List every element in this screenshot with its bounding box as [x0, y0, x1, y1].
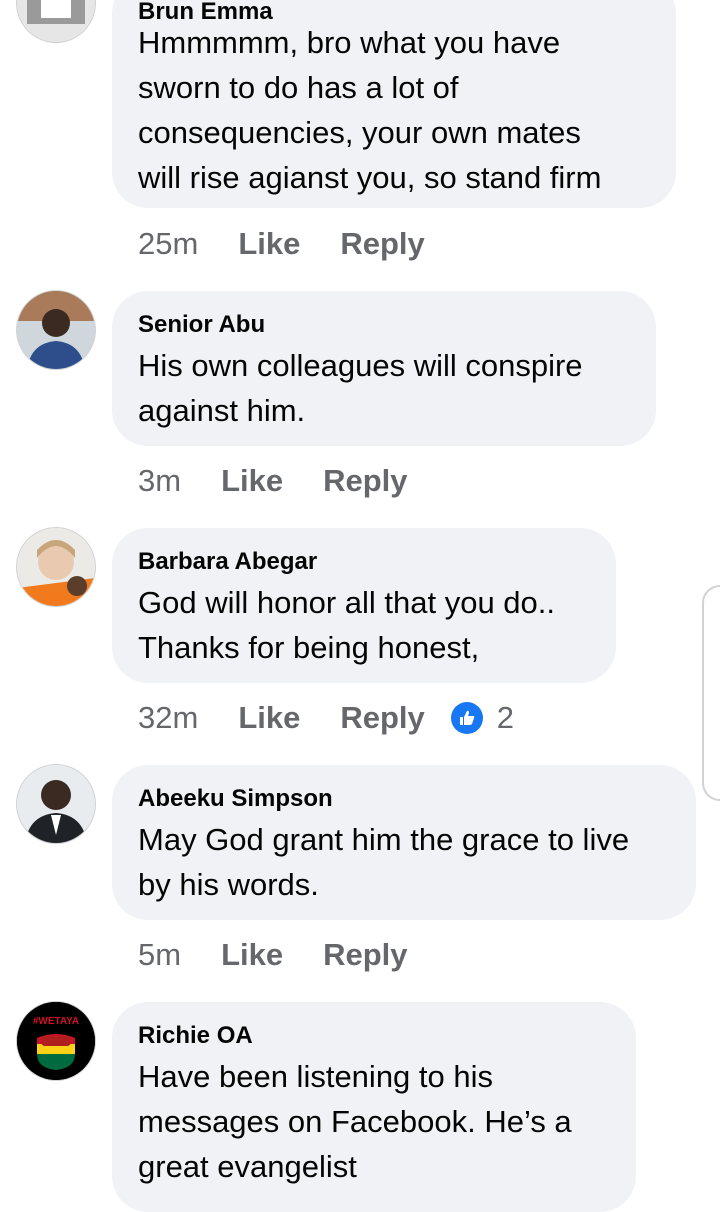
commenter-name[interactable]: Abeeku Simpson	[138, 785, 670, 813]
like-button[interactable]: Like	[238, 700, 300, 736]
reaction-summary[interactable]: 2	[450, 700, 515, 736]
comment-text: Have been listening to his messages on F…	[138, 1059, 572, 1184]
reaction-count: 2	[496, 700, 515, 735]
comment-timestamp[interactable]: 25m	[138, 226, 198, 262]
commenter-name[interactable]: Senior Abu	[138, 311, 630, 339]
avatar[interactable]	[17, 0, 95, 42]
comment-text: Hmmmmm, bro what you have sworn to do ha…	[138, 25, 602, 195]
reply-button[interactable]: Reply	[323, 937, 407, 973]
comment-bubble: Abeeku Simpson May God grant him the gra…	[112, 765, 696, 920]
comment-text: God will honor all that you do.. Thanks …	[138, 585, 556, 665]
comment-timestamp[interactable]: 5m	[138, 937, 181, 973]
avatar[interactable]: #WETAYA	[17, 1002, 95, 1080]
comment-actions: 25m Like Reply	[138, 224, 465, 264]
reply-button[interactable]: Reply	[323, 463, 407, 499]
comment-timestamp[interactable]: 32m	[138, 700, 198, 736]
commenter-name[interactable]: Brun Emma	[138, 0, 650, 25]
reply-button[interactable]: Reply	[340, 226, 424, 262]
comment-bubble: Richie OA Have been listening to his mes…	[112, 1002, 636, 1212]
scroll-handle[interactable]	[702, 585, 720, 801]
comment-text: His own colleagues will conspire against…	[138, 348, 583, 428]
comment-bubble: Senior Abu His own colleagues will consp…	[112, 291, 656, 446]
comment-bubble: Brun Emma Hmmmmm, bro what you have swor…	[112, 0, 676, 208]
comment-actions: 32m Like Reply 2	[138, 698, 514, 738]
avatar[interactable]	[17, 528, 95, 606]
avatar-text: #WETAYA	[32, 1016, 80, 1027]
commenter-name[interactable]: Richie OA	[138, 1022, 610, 1050]
like-button[interactable]: Like	[238, 226, 300, 262]
comment-bubble: Barbara Abegar God will honor all that y…	[112, 528, 616, 683]
like-button[interactable]: Like	[221, 937, 283, 973]
thumbs-up-icon	[450, 702, 483, 734]
avatar[interactable]	[17, 765, 95, 843]
comment-text: May God grant him the grace to live by h…	[138, 822, 630, 902]
comment-actions: 3m Like Reply	[138, 461, 448, 501]
reply-button[interactable]: Reply	[340, 700, 424, 736]
like-button[interactable]: Like	[221, 463, 283, 499]
avatar[interactable]	[17, 291, 95, 369]
comment-timestamp[interactable]: 3m	[138, 463, 181, 499]
comment-actions: 5m Like Reply	[138, 935, 448, 975]
commenter-name[interactable]: Barbara Abegar	[138, 548, 590, 576]
